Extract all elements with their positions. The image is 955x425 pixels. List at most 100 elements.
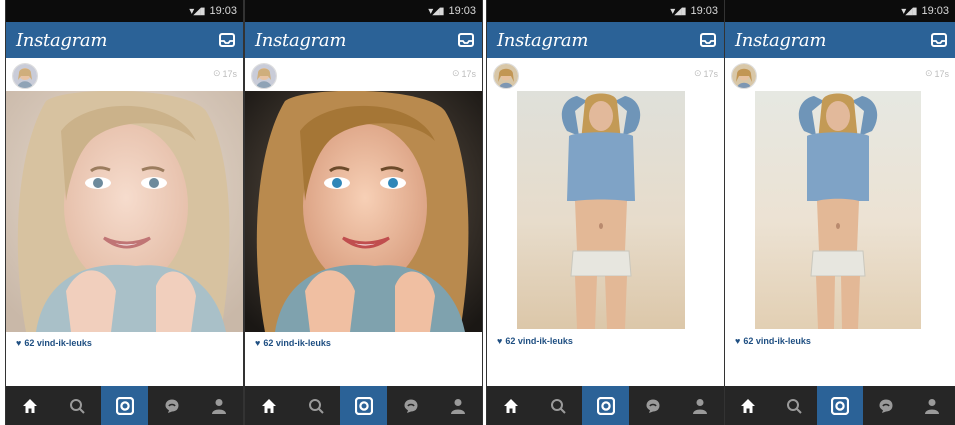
likes-count[interactable]: ♥ 62 vind-ik-leuks	[255, 338, 331, 348]
likes-text: 62 vind-ik-leuks	[263, 338, 331, 348]
activity-icon	[646, 399, 660, 413]
bottom-nav	[725, 386, 955, 425]
app-title: Instagram	[497, 29, 589, 51]
nav-camera[interactable]	[817, 386, 863, 425]
home-icon	[741, 398, 755, 413]
home-icon	[261, 398, 276, 413]
app-header: Instagram	[6, 22, 243, 58]
status-time: 19:03	[921, 5, 949, 17]
bottom-nav	[6, 386, 243, 425]
signal-icon: ▾◢▮	[189, 5, 205, 17]
status-time: 19:03	[448, 5, 476, 17]
app-title: Instagram	[16, 29, 108, 51]
app-title: Instagram	[255, 29, 347, 51]
heart-icon: ♥	[16, 338, 22, 348]
activity-icon	[165, 399, 179, 413]
nav-profile[interactable]	[435, 386, 482, 425]
nav-activity[interactable]	[148, 386, 195, 425]
nav-search[interactable]	[53, 386, 100, 425]
status-bar: ▾◢▮ 19:03	[725, 0, 955, 22]
profile-icon	[925, 398, 939, 414]
nav-home[interactable]	[6, 386, 53, 425]
camera-icon	[354, 396, 373, 415]
search-icon	[309, 398, 324, 414]
nav-search[interactable]	[292, 386, 339, 425]
nav-profile[interactable]	[196, 386, 243, 425]
nav-profile[interactable]	[909, 386, 955, 425]
likes-count[interactable]: ♥ 62 vind-ik-leuks	[735, 336, 811, 346]
nav-search[interactable]	[534, 386, 581, 425]
avatar[interactable]	[251, 63, 277, 89]
inbox-icon[interactable]	[219, 33, 235, 47]
nav-home[interactable]	[725, 386, 771, 425]
home-icon	[22, 398, 37, 413]
app-header: Instagram	[245, 22, 482, 58]
nav-camera[interactable]	[339, 386, 388, 425]
nav-home[interactable]	[245, 386, 292, 425]
activity-icon	[879, 399, 893, 413]
app-header: Instagram	[725, 22, 955, 58]
post-time: ⊙ 17s	[452, 68, 476, 79]
nav-camera[interactable]	[100, 386, 149, 425]
post-time-text: 17s	[934, 68, 949, 79]
status-time: 19:03	[690, 5, 718, 17]
post-header: ⊙ 17s	[6, 58, 243, 91]
post-header: ⊙ 17s	[487, 58, 724, 91]
bottom-nav	[245, 386, 482, 425]
post-time: ⊙ 17s	[925, 68, 949, 79]
likes-text: 62 vind-ik-leuks	[24, 338, 92, 348]
search-icon	[70, 398, 85, 414]
nav-activity[interactable]	[863, 386, 909, 425]
nav-activity[interactable]	[387, 386, 434, 425]
signal-icon: ▾◢▮	[901, 5, 917, 17]
app-title: Instagram	[735, 29, 827, 51]
clock-icon: ⊙	[212, 68, 221, 78]
likes-text: 62 vind-ik-leuks	[743, 336, 811, 346]
signal-icon: ▾◢▮	[428, 5, 444, 17]
camera-icon	[115, 396, 134, 415]
comparison-stage: ▾◢▮ 19:03 Instagram ⊙ 17s ♥ 62 vind-ik-l…	[0, 0, 955, 425]
heart-icon: ♥	[497, 336, 503, 346]
avatar[interactable]	[493, 63, 519, 89]
inbox-icon[interactable]	[700, 33, 716, 47]
heart-icon: ♥	[735, 336, 741, 346]
status-bar: ▾◢▮ 19:03	[245, 0, 482, 22]
status-bar: ▾◢▮ 19:03	[487, 0, 724, 22]
profile-icon	[212, 398, 227, 414]
phone-screen-3: ▾◢▮ 19:03 Instagram ⊙ 17s ♥ 62 vind-ik-l…	[486, 0, 725, 425]
post-time: ⊙ 17s	[213, 68, 237, 79]
search-icon	[551, 398, 566, 414]
nav-search[interactable]	[771, 386, 817, 425]
status-time: 19:03	[209, 5, 237, 17]
likes-text: 62 vind-ik-leuks	[505, 336, 573, 346]
post-photo[interactable]	[245, 91, 482, 332]
search-icon	[787, 398, 802, 414]
camera-icon	[831, 396, 849, 415]
post-photo[interactable]	[6, 91, 243, 332]
inbox-icon[interactable]	[458, 33, 474, 47]
post-photo[interactable]	[517, 91, 685, 329]
post-time: ⊙ 17s	[694, 68, 718, 79]
post-photo[interactable]	[755, 91, 921, 329]
clock-icon: ⊙	[924, 68, 933, 78]
status-bar: ▾◢▮ 19:03	[6, 0, 243, 22]
app-header: Instagram	[487, 22, 724, 58]
nav-activity[interactable]	[629, 386, 676, 425]
likes-count[interactable]: ♥ 62 vind-ik-leuks	[497, 336, 573, 346]
avatar[interactable]	[12, 63, 38, 89]
post-time-text: 17s	[222, 68, 237, 79]
inbox-icon[interactable]	[931, 33, 947, 47]
clock-icon: ⊙	[693, 68, 702, 78]
heart-icon: ♥	[255, 338, 261, 348]
nav-camera[interactable]	[581, 386, 630, 425]
clock-icon: ⊙	[451, 68, 460, 78]
likes-count[interactable]: ♥ 62 vind-ik-leuks	[16, 338, 92, 348]
nav-profile[interactable]	[677, 386, 724, 425]
avatar[interactable]	[731, 63, 757, 89]
nav-home[interactable]	[487, 386, 534, 425]
activity-icon	[404, 399, 418, 413]
post-time-text: 17s	[703, 68, 718, 79]
signal-icon: ▾◢▮	[670, 5, 686, 17]
post-header: ⊙ 17s	[725, 58, 955, 91]
bottom-nav	[487, 386, 724, 425]
